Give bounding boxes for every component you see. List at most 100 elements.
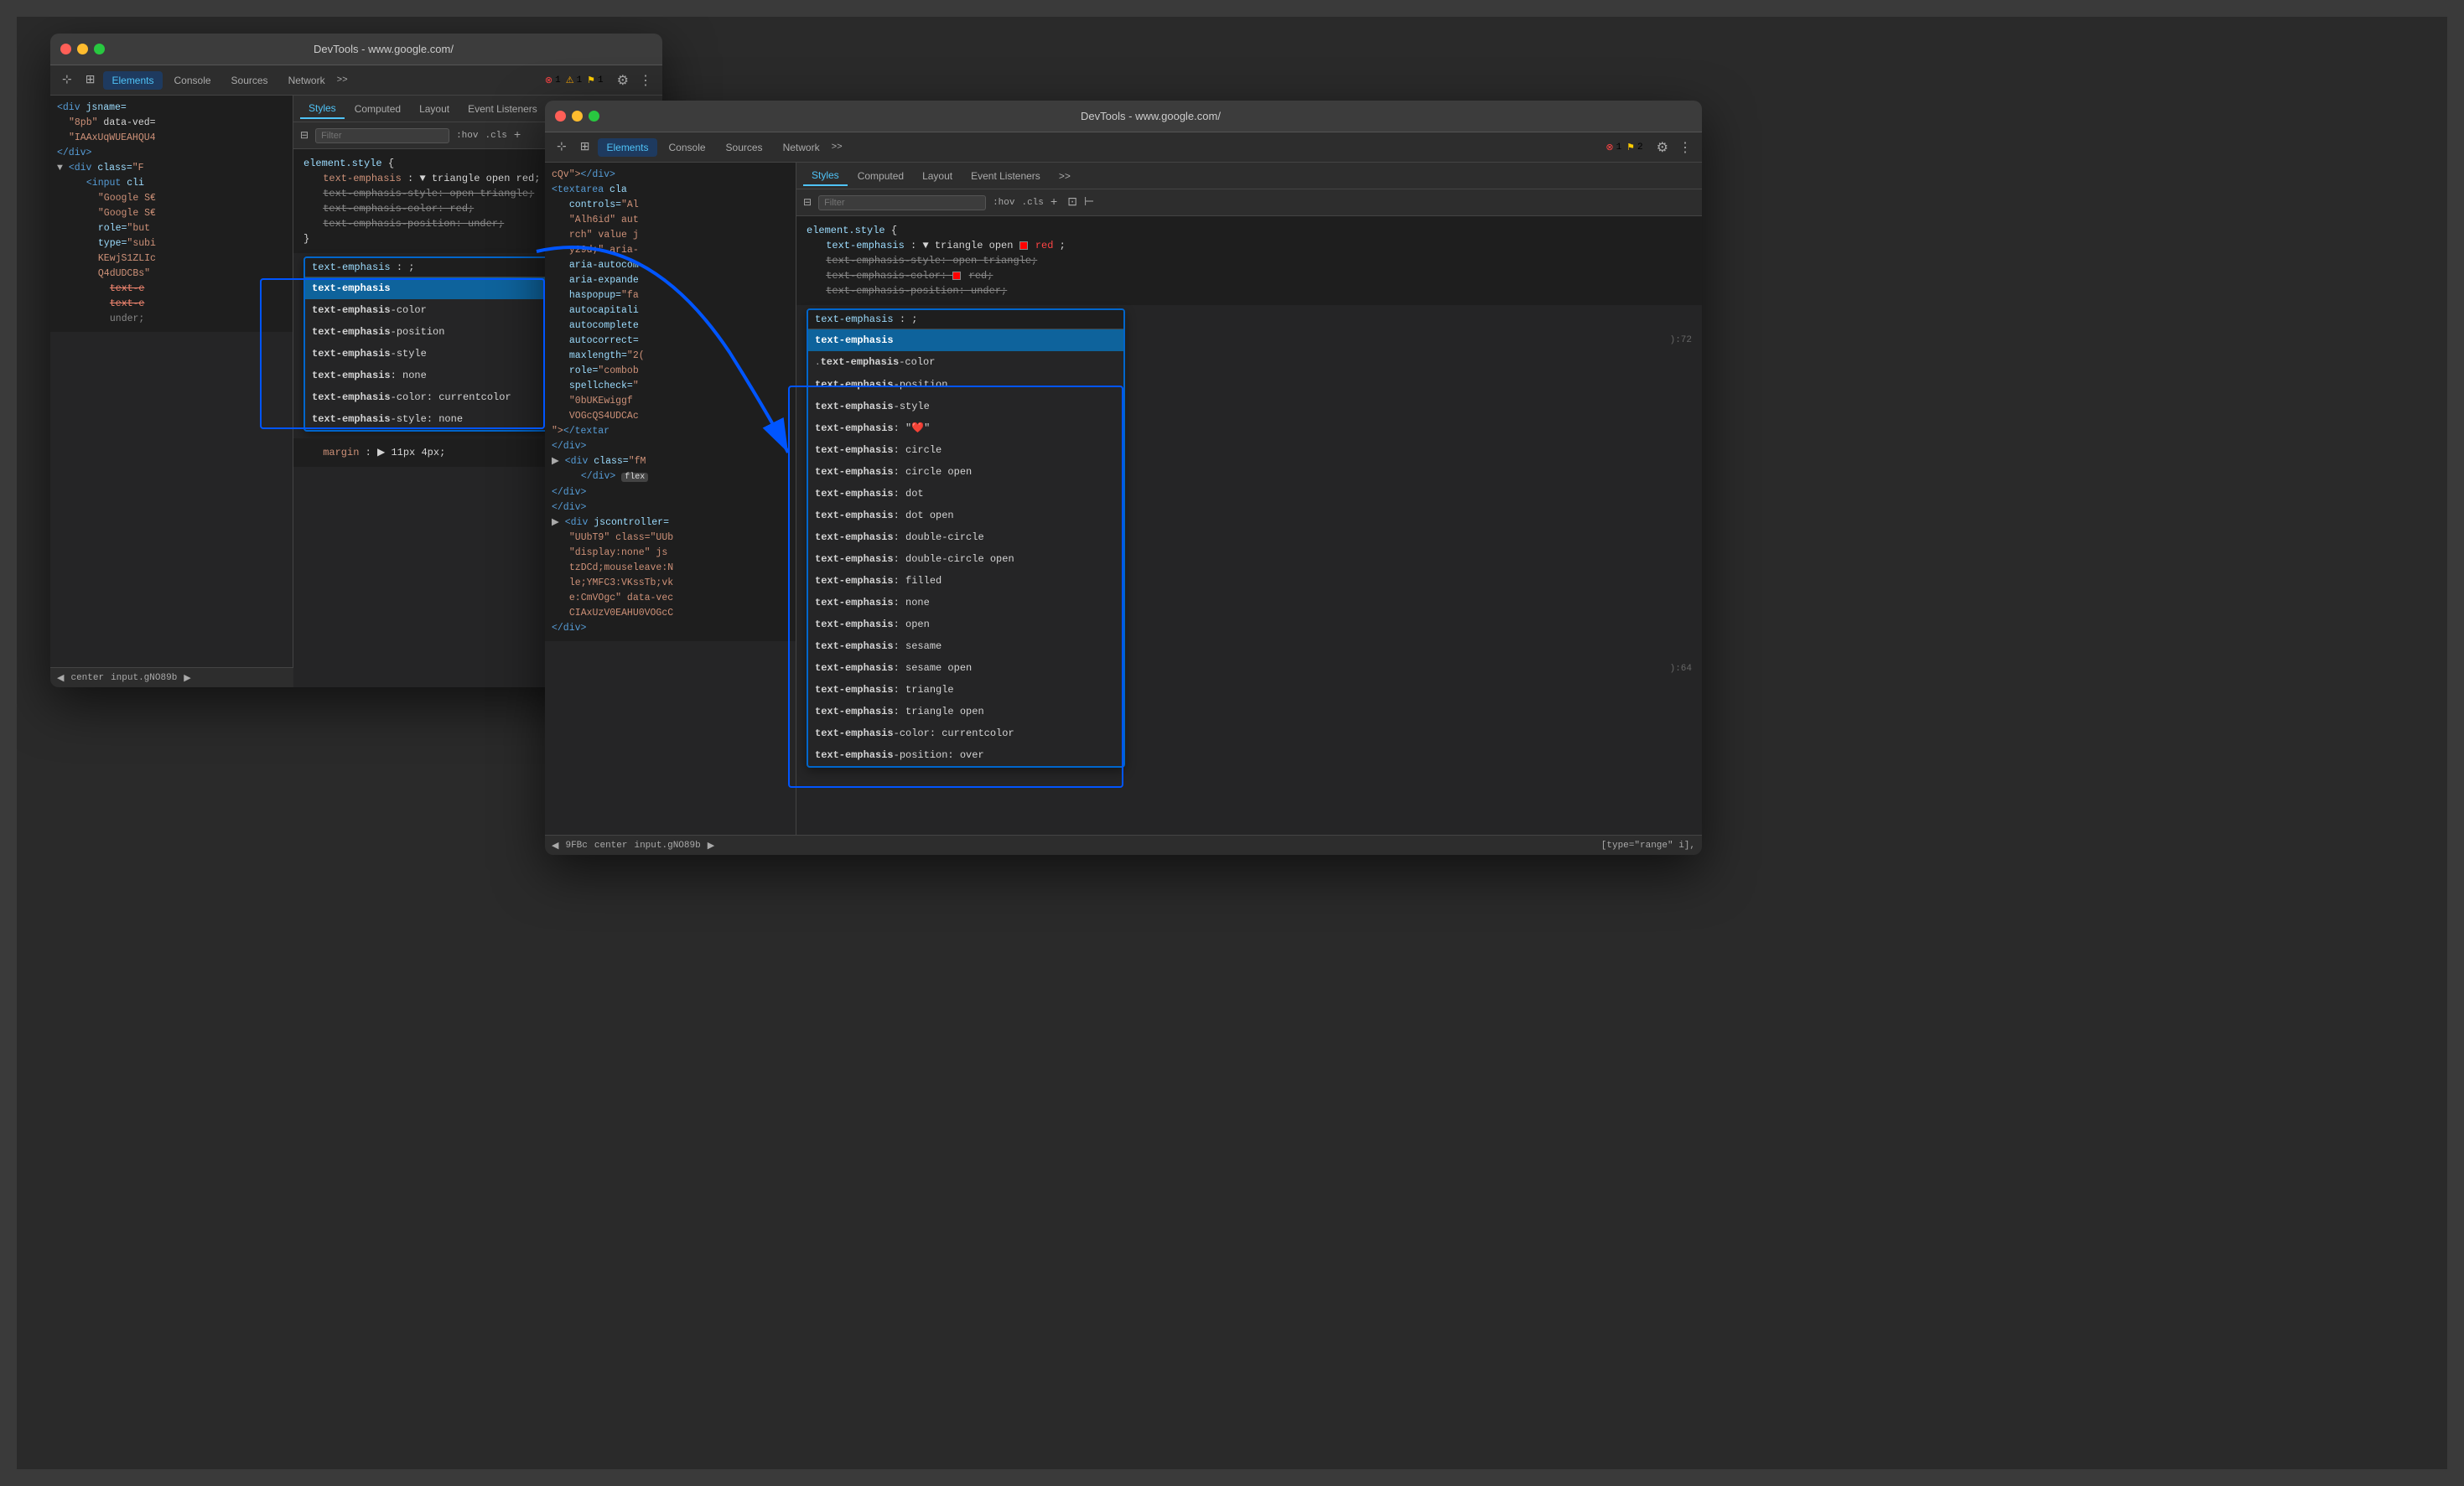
window-title-front: DevTools - www.google.com/ <box>610 110 1692 122</box>
autocomplete-item-19-front[interactable]: text-emphasis-position: over <box>808 744 1123 766</box>
tab-more-styles-front[interactable]: >> <box>1050 167 1079 185</box>
info-count-back: ⚑ 1 <box>587 75 603 86</box>
color-swatch-red-1 <box>1019 241 1028 250</box>
status-next-back[interactable]: ▶ <box>184 672 190 684</box>
layers-icon-front[interactable]: ⊞ <box>575 137 595 158</box>
tab-computed-back[interactable]: Computed <box>346 100 409 118</box>
tab-network-front[interactable]: Network <box>775 138 828 157</box>
title-bar-front: DevTools - www.google.com/ <box>545 101 1702 132</box>
html-line-15: under; <box>57 312 286 327</box>
window-title-back: DevTools - www.google.com/ <box>115 43 652 55</box>
html-panel-back: <div jsname= "8pb" data-ved= "IAAxUqWUEA… <box>50 96 293 687</box>
autocomplete-item-10-front[interactable]: text-emphasis: double-circle open <box>808 548 1123 570</box>
tab-layout-back[interactable]: Layout <box>411 100 458 118</box>
info-num-front: 2 <box>1637 142 1643 153</box>
warn-num-back: 1 <box>577 75 583 85</box>
status-prev-front[interactable]: ◀ <box>552 840 558 852</box>
tab-event-listeners-back[interactable]: Event Listeners <box>459 100 546 118</box>
status-next-front[interactable]: ▶ <box>708 840 714 852</box>
autocomplete-item-18-front[interactable]: text-emphasis-color: currentcolor <box>808 722 1123 744</box>
autocomplete-item-3-front[interactable]: text-emphasis-style <box>808 396 1123 417</box>
minimize-button-front[interactable] <box>572 111 583 122</box>
filter-hov-back[interactable]: :hov <box>456 131 478 141</box>
status-selector-back[interactable]: input.gNO89b <box>111 673 177 683</box>
tab-elements-front[interactable]: Elements <box>598 138 656 157</box>
filter-icon2-front[interactable]: ⊡ <box>1067 195 1077 210</box>
autocomplete-item-11-front[interactable]: text-emphasis: filled <box>808 570 1123 592</box>
autocomplete-item-14-front[interactable]: text-emphasis: sesame <box>808 635 1123 657</box>
status-selector-front[interactable]: input.gNO89b <box>634 841 700 851</box>
autocomplete-item-7-front[interactable]: text-emphasis: dot <box>808 483 1123 505</box>
filter-cls-back[interactable]: .cls <box>485 131 506 141</box>
autocomplete-item-9-front[interactable]: text-emphasis: double-circle <box>808 526 1123 548</box>
tab-layout-front[interactable]: Layout <box>914 167 961 185</box>
filter-cls-front[interactable]: .cls <box>1021 198 1043 208</box>
autocomplete-item-5-front[interactable]: text-emphasis: circle <box>808 439 1123 461</box>
status-center-back[interactable]: center <box>70 673 104 683</box>
more-options-front[interactable]: ⋮ <box>1675 139 1695 156</box>
autocomplete-item-4-front[interactable]: text-emphasis: "❤️" <box>808 417 1123 439</box>
autocomplete-item-17-front[interactable]: text-emphasis: triangle open <box>808 701 1123 722</box>
maximize-button-back[interactable] <box>94 44 105 54</box>
autocomplete-item-6-front[interactable]: text-emphasis: circle open <box>808 461 1123 483</box>
error-num-back: 1 <box>555 75 561 85</box>
filter-input-back[interactable] <box>315 128 449 143</box>
html-front-29: e:CmVOgc" data-vec <box>552 591 789 606</box>
error-num-front: 1 <box>1616 142 1622 153</box>
tab-sources-front[interactable]: Sources <box>718 138 771 157</box>
autocomplete-item-16-front[interactable]: text-emphasis: triangle <box>808 679 1123 701</box>
warn-icon-back: ⚠ <box>566 75 574 86</box>
autocomplete-item-1-front[interactable]: .text-emphasis-color <box>808 351 1123 374</box>
autocomplete-item-15-front[interactable]: text-emphasis: sesame open <box>808 657 1123 679</box>
filter-add-front[interactable]: + <box>1050 196 1057 210</box>
tab-computed-front[interactable]: Computed <box>849 167 912 185</box>
filter-icon3-front[interactable]: ⊢ <box>1084 195 1094 210</box>
color-swatch-red-2 <box>952 272 961 280</box>
gear-button-back[interactable]: ⚙ <box>614 72 632 89</box>
tab-elements-back[interactable]: Elements <box>103 71 162 90</box>
cursor-icon-front[interactable]: ⊹ <box>552 137 572 158</box>
layers-icon-back[interactable]: ⊞ <box>80 70 101 91</box>
minimize-button-back[interactable] <box>77 44 88 54</box>
html-line-2: "8pb" data-ved= <box>57 116 286 131</box>
error-count-back: ⊗ 1 <box>545 75 561 86</box>
status-center-front[interactable]: center <box>594 841 628 851</box>
html-line-4: </div> <box>57 146 286 161</box>
tab-bar-back: ⊹ ⊞ Elements Console Sources Network >> … <box>50 65 662 96</box>
status-prev-back[interactable]: ◀ <box>57 672 64 684</box>
status-9fbc[interactable]: 9FBc <box>565 841 587 851</box>
tab-more-back[interactable]: >> <box>337 75 348 85</box>
tab-event-listeners-front[interactable]: Event Listeners <box>962 167 1049 185</box>
html-front-31: </div> <box>552 621 789 636</box>
filter-add-back[interactable]: + <box>514 129 521 142</box>
status-right-front: [type="range" i], <box>1601 841 1695 851</box>
autocomplete-item-8-front[interactable]: text-emphasis: dot open <box>808 505 1123 526</box>
tab-more-front[interactable]: >> <box>832 142 843 153</box>
tab-styles-back[interactable]: Styles <box>300 99 345 119</box>
html-line-13: text-e <box>57 282 286 297</box>
more-options-back[interactable]: ⋮ <box>635 72 656 89</box>
autocomplete-item-12-front[interactable]: text-emphasis: none <box>808 592 1123 614</box>
html-line-5: ▼ <div class="F <box>57 161 286 176</box>
autocomplete-item-2-front[interactable]: text-emphasis-position <box>808 374 1123 396</box>
html-content-back: <div jsname= "8pb" data-ved= "IAAxUqWUEA… <box>50 96 293 332</box>
gear-button-front[interactable]: ⚙ <box>1653 139 1672 156</box>
tab-network-back[interactable]: Network <box>280 71 334 90</box>
tab-styles-front[interactable]: Styles <box>803 166 848 186</box>
close-button-front[interactable] <box>555 111 566 122</box>
warn-count-back: ⚠ 1 <box>566 75 582 86</box>
cursor-icon-back[interactable]: ⊹ <box>57 70 77 91</box>
tab-sources-back[interactable]: Sources <box>223 71 277 90</box>
css-prop-3-front: text-emphasis-color: red; <box>807 268 1692 283</box>
maximize-button-front[interactable] <box>589 111 599 122</box>
tab-console-front[interactable]: Console <box>661 138 714 157</box>
close-button-back[interactable] <box>60 44 71 54</box>
autocomplete-item-13-front[interactable]: text-emphasis: open <box>808 614 1123 635</box>
autocomplete-item-0-front[interactable]: text-emphasis <box>808 329 1123 351</box>
html-line-8: "Google S€ <box>57 206 286 221</box>
html-line-9: role="but <box>57 221 286 236</box>
error-badges-front: ⊗ 1 ⚑ 2 <box>1605 142 1642 153</box>
filter-hov-front[interactable]: :hov <box>993 198 1014 208</box>
tab-console-back[interactable]: Console <box>166 71 220 90</box>
html-line-11: KEwjS1ZLIc <box>57 251 286 267</box>
